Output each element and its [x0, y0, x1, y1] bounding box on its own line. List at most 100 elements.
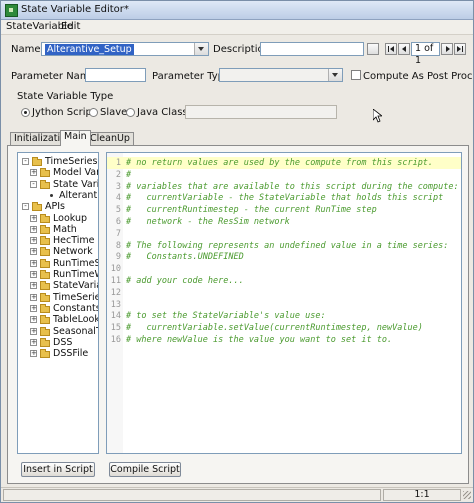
previous-icon — [402, 46, 406, 52]
line-number: 8 — [115, 240, 121, 251]
code-text: # Constants.UNDEFINED — [126, 252, 244, 263]
description-edit-button[interactable] — [367, 43, 379, 55]
parameter-type-combo[interactable] — [219, 68, 343, 82]
chevron-down-icon[interactable] — [328, 69, 342, 81]
code-line[interactable]: 3 # variables that are available to this … — [107, 181, 461, 193]
insert-in-script-button[interactable]: Insert in Script — [21, 462, 95, 477]
expand-icon[interactable]: + — [30, 338, 37, 346]
code-text: # variables that are available to this s… — [126, 181, 459, 192]
code-line[interactable]: 8 # The following represents an undefined… — [107, 240, 461, 252]
expand-icon[interactable]: + — [30, 214, 37, 222]
line-number: 10 — [110, 264, 121, 275]
collapse-icon[interactable]: - — [30, 180, 37, 188]
line-number: 15 — [110, 323, 121, 334]
code-line[interactable]: 1 # no return values are used by the comp… — [107, 157, 461, 169]
folder-icon — [40, 168, 50, 178]
window-title: State Variable Editor* — [21, 4, 129, 15]
code-line[interactable]: 5 # currentRuntimestep - the current RunT… — [107, 204, 461, 216]
script-editor[interactable]: 1 # no return values are used by the comp… — [106, 152, 462, 454]
expand-icon[interactable]: + — [30, 316, 37, 324]
code-line[interactable]: 13 — [107, 299, 461, 311]
radio-jython-script[interactable] — [21, 108, 30, 117]
tree-item-label: Model Variab — [53, 167, 99, 179]
chevron-down-icon[interactable] — [194, 43, 208, 55]
name-label: Name: — [11, 44, 44, 55]
line-number: 13 — [110, 299, 121, 310]
folder-icon — [40, 247, 50, 257]
jython-script-label: Jython Script — [32, 107, 96, 118]
description-input[interactable] — [260, 42, 364, 56]
compile-script-button[interactable]: Compile Script — [109, 462, 181, 477]
expand-icon[interactable]: + — [30, 169, 37, 177]
tab-main[interactable]: Main — [60, 130, 91, 146]
expand-icon[interactable]: + — [30, 225, 37, 233]
code-line[interactable]: 11 # add your code here... — [107, 275, 461, 287]
collapse-icon[interactable]: - — [22, 158, 29, 165]
folder-icon — [40, 236, 50, 246]
code-line[interactable]: 10 — [107, 263, 461, 275]
state-variable-editor-window: State Variable Editor* StateVariable Edi… — [0, 0, 474, 503]
tab-cleanup[interactable]: CleanUp — [86, 132, 134, 145]
line-number: 1 — [115, 158, 121, 168]
code-text: # currentVariable.setValue(currentRuntim… — [126, 323, 423, 334]
expand-icon[interactable]: + — [30, 282, 37, 290]
code-line[interactable]: 9 # Constants.UNDEFINED — [107, 251, 461, 263]
tree-item-label: TimeSeries — [45, 156, 98, 167]
expand-icon[interactable]: + — [30, 293, 37, 301]
line-number: 6 — [115, 217, 121, 227]
first-record-button[interactable] — [385, 43, 397, 55]
folder-icon — [40, 337, 50, 347]
next-icon — [446, 46, 450, 52]
code-line[interactable]: 2 # — [107, 169, 461, 181]
parameter-name-input[interactable] — [85, 68, 146, 82]
folder-icon — [40, 224, 50, 234]
expand-icon[interactable]: + — [30, 237, 37, 245]
line-number: 16 — [110, 335, 121, 345]
java-class-input[interactable] — [185, 105, 337, 119]
previous-record-button[interactable] — [398, 43, 410, 55]
code-line[interactable]: 14 # to set the StateVariable's value use… — [107, 310, 461, 322]
expand-icon[interactable]: + — [30, 271, 37, 278]
api-tree[interactable]: - TimeSeries + Model Variab - State VariablAl… — [17, 152, 99, 454]
next-record-button[interactable] — [441, 43, 453, 55]
line-number: 4 — [115, 193, 121, 204]
tree-item-label: Alterantiv — [59, 189, 98, 201]
collapse-icon[interactable]: - — [22, 203, 29, 211]
menu-bar: StateVariable Edit — [1, 20, 473, 35]
folder-icon — [32, 157, 42, 166]
cursor-position: 1:1 — [383, 489, 461, 501]
expand-icon[interactable]: + — [30, 327, 37, 335]
post-process-checkbox[interactable] — [351, 70, 361, 80]
name-combo[interactable]: Alterantive_Setup — [41, 42, 209, 56]
line-number: 11 — [110, 276, 121, 286]
folder-icon — [40, 213, 50, 223]
resize-grip-icon[interactable] — [463, 491, 471, 499]
expand-icon[interactable]: + — [30, 350, 37, 358]
expand-icon[interactable]: + — [30, 259, 37, 267]
first-icon — [388, 46, 389, 52]
app-icon — [5, 4, 18, 17]
code-line[interactable]: 4 # currentVariable - the StateVariable t… — [107, 192, 461, 204]
expand-icon[interactable]: + — [30, 304, 37, 312]
code-line[interactable]: 12 — [107, 287, 461, 299]
code-text: # — [126, 169, 132, 180]
code-line[interactable]: 15 # currentVariable.setValue(currentRunt… — [107, 322, 461, 334]
last-record-button[interactable] — [454, 43, 466, 55]
title-bar[interactable]: State Variable Editor* — [1, 1, 473, 20]
tree-item-label: State Variabl — [53, 178, 98, 190]
code-text: # currentRuntimestep - the current RunTi… — [126, 205, 377, 216]
tree-item-label: HecTime — [53, 235, 95, 247]
expand-icon[interactable]: + — [30, 248, 37, 256]
leaf-icon — [50, 193, 53, 197]
folder-icon — [40, 179, 50, 189]
tree-item-label: Math — [53, 223, 77, 235]
folder-icon — [40, 315, 50, 325]
code-line[interactable]: 7 — [107, 228, 461, 240]
line-number: 14 — [110, 311, 121, 322]
radio-slave[interactable] — [89, 108, 98, 117]
menu-edit[interactable]: Edit — [61, 21, 80, 32]
code-line[interactable]: 16 # where newValue is the value you want… — [107, 334, 461, 346]
radio-java-class[interactable] — [126, 108, 135, 117]
slave-label: Slave — [100, 107, 128, 118]
code-line[interactable]: 6 # network - the ResSim network — [107, 216, 461, 228]
